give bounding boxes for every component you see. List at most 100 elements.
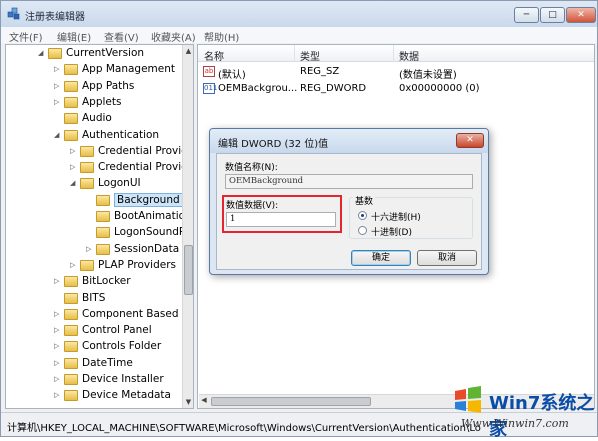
close-button[interactable]: ✕ (566, 7, 596, 23)
registry-editor-window: 注册表编辑器 ─ □ ✕ 文件(F) 编辑(E) 查看(V) 收藏夹(A) 帮助… (0, 0, 598, 440)
tree-node-label: App Paths (82, 79, 135, 92)
tree-node[interactable]: ▷ App Paths (6, 79, 180, 95)
folder-icon (96, 194, 110, 206)
tree-node[interactable]: ▷ App Management (6, 62, 180, 78)
watermark-text: Win7系统之家 (489, 393, 595, 440)
tree-node-label: BitLocker (82, 275, 131, 288)
column-separator[interactable] (393, 45, 394, 62)
tree-node[interactable]: ▷ Controls Folder (6, 339, 180, 355)
value-row-oembackground[interactable]: 011 OEMBackgrou... REG_DWORD 0x00000000 … (198, 81, 594, 97)
collapsed-arrow-icon[interactable]: ▷ (54, 375, 62, 385)
value-row-default[interactable]: ab (默认) REG_SZ (数值未设置) (198, 64, 594, 81)
status-path: 计算机\HKEY_LOCAL_MACHINE\SOFTWARE\Microsof… (7, 423, 481, 434)
value-data-input[interactable]: 1 (226, 212, 336, 227)
value-name: OEMBackgrou... (218, 83, 298, 94)
collapsed-arrow-icon[interactable]: ▷ (54, 342, 62, 352)
expanded-arrow-icon[interactable]: ◢ (70, 179, 78, 189)
decimal-radio[interactable] (358, 226, 367, 235)
tree-node[interactable]: ▷ Device Metadata (6, 388, 180, 404)
folder-icon (48, 48, 62, 59)
folder-icon (64, 276, 78, 288)
menu-view[interactable]: 查看(V) (104, 29, 139, 44)
expanded-arrow-icon[interactable]: ◢ (54, 131, 62, 141)
tree-node[interactable]: ▷ Credential Provid (6, 144, 188, 160)
folder-icon (64, 374, 78, 385)
tree-node-label: Audio (82, 112, 112, 125)
tree-node[interactable]: ▷ Component Based S (6, 307, 189, 323)
tree-node[interactable]: BootAnimatio (6, 209, 185, 225)
tree-node[interactable]: Audio (6, 111, 180, 127)
tree-node-label: Component Based S (82, 307, 189, 320)
hex-radio[interactable] (358, 211, 367, 220)
collapsed-arrow-icon[interactable]: ▷ (54, 277, 62, 287)
scroll-down-arrow-icon[interactable]: ▼ (183, 396, 193, 408)
list-scroll-thumb[interactable] (211, 397, 371, 406)
registry-editor-icon (7, 7, 20, 20)
tree-node[interactable]: ▷ PLAP Providers (6, 258, 180, 274)
tree-node[interactable]: ◢ CurrentVersion (6, 46, 180, 62)
tree-node[interactable]: ▷ Credential Provid (6, 160, 188, 176)
tree-node-label: Credential Provid (98, 144, 188, 157)
collapsed-arrow-icon[interactable]: ▷ (86, 245, 94, 255)
tree-node-label: Control Panel (82, 324, 152, 337)
expanded-arrow-icon[interactable]: ◢ (38, 49, 46, 59)
folder-icon (96, 227, 110, 239)
maximize-button[interactable]: □ (540, 7, 565, 23)
tree-vertical-scrollbar[interactable]: ▲ ▼ (182, 45, 193, 408)
binary-value-icon: 011 (203, 83, 218, 94)
collapsed-arrow-icon[interactable]: ▷ (70, 147, 78, 157)
column-separator[interactable] (294, 45, 295, 62)
folder-icon (64, 64, 78, 76)
folder-icon (96, 211, 110, 222)
menu-file[interactable]: 文件(F) (9, 29, 43, 44)
cancel-button[interactable]: 取消 (417, 250, 477, 266)
tree-node-label: Device Metadata (82, 389, 171, 402)
minimize-button[interactable]: ─ (514, 7, 539, 23)
collapsed-arrow-icon[interactable]: ▷ (54, 310, 62, 320)
collapsed-arrow-icon[interactable]: ▷ (54, 65, 62, 75)
scroll-up-arrow-icon[interactable]: ▲ (183, 45, 193, 57)
scroll-left-arrow-icon[interactable]: ◀ (199, 396, 209, 404)
column-header-type[interactable]: 类型 (300, 48, 320, 63)
tree-node-label: SessionData (114, 242, 180, 255)
folder-icon (64, 292, 78, 304)
tree-node[interactable]: ▷ SessionData (6, 242, 180, 258)
collapsed-arrow-icon[interactable]: ▷ (54, 359, 62, 369)
tree-node-label: Applets (82, 95, 122, 108)
ok-button[interactable]: 确定 (351, 250, 411, 266)
column-header-name[interactable]: 名称 (204, 48, 224, 63)
tree-node[interactable]: ◢ LogonUI (6, 176, 180, 192)
tree-node[interactable]: ▷ Device Installer (6, 372, 180, 388)
tree-node[interactable]: BITS (6, 291, 180, 307)
tree-node-label: CurrentVersion (66, 47, 145, 59)
dialog-body: 数值名称(N): OEMBackground 数值数据(V): 1 基数 十六进… (216, 153, 482, 270)
column-header-data[interactable]: 数据 (399, 48, 419, 63)
tree-node[interactable]: ▷ DateTime (6, 356, 180, 372)
tree-node[interactable]: ▷ Applets (6, 95, 180, 111)
tree-node-label: Credential Provid (98, 161, 188, 174)
menu-edit[interactable]: 编辑(E) (57, 29, 91, 44)
menu-help[interactable]: 帮助(H) (204, 29, 239, 44)
tree-node-label: App Management (82, 63, 176, 76)
menu-favorites[interactable]: 收藏夹(A) (151, 29, 196, 44)
dialog-close-button[interactable]: ✕ (456, 133, 484, 148)
collapsed-arrow-icon[interactable]: ▷ (54, 82, 62, 92)
folder-icon (80, 178, 94, 190)
dialog-title: 编辑 DWORD (32 位)值 (218, 139, 329, 150)
tree-node[interactable]: Background (6, 192, 183, 209)
tree-node[interactable]: ◢ Authentication (6, 128, 180, 144)
tree-node[interactable]: ▷ Control Panel (6, 323, 180, 339)
decimal-radio-label[interactable]: 十进制(D) (371, 225, 412, 238)
value-name-label: 数值名称(N): (225, 163, 278, 173)
collapsed-arrow-icon[interactable]: ▷ (54, 391, 62, 401)
folder-icon (64, 325, 78, 337)
collapsed-arrow-icon[interactable]: ▷ (70, 163, 78, 173)
tree-scroll-thumb[interactable] (184, 245, 193, 295)
collapsed-arrow-icon[interactable]: ▷ (54, 326, 62, 336)
collapsed-arrow-icon[interactable]: ▷ (54, 98, 62, 108)
hex-radio-label[interactable]: 十六进制(H) (371, 210, 421, 223)
string-value-icon: ab (203, 66, 215, 77)
collapsed-arrow-icon[interactable]: ▷ (70, 261, 78, 271)
tree-node[interactable]: LogonSoundP (6, 225, 185, 241)
tree-node[interactable]: ▷ BitLocker (6, 274, 180, 290)
